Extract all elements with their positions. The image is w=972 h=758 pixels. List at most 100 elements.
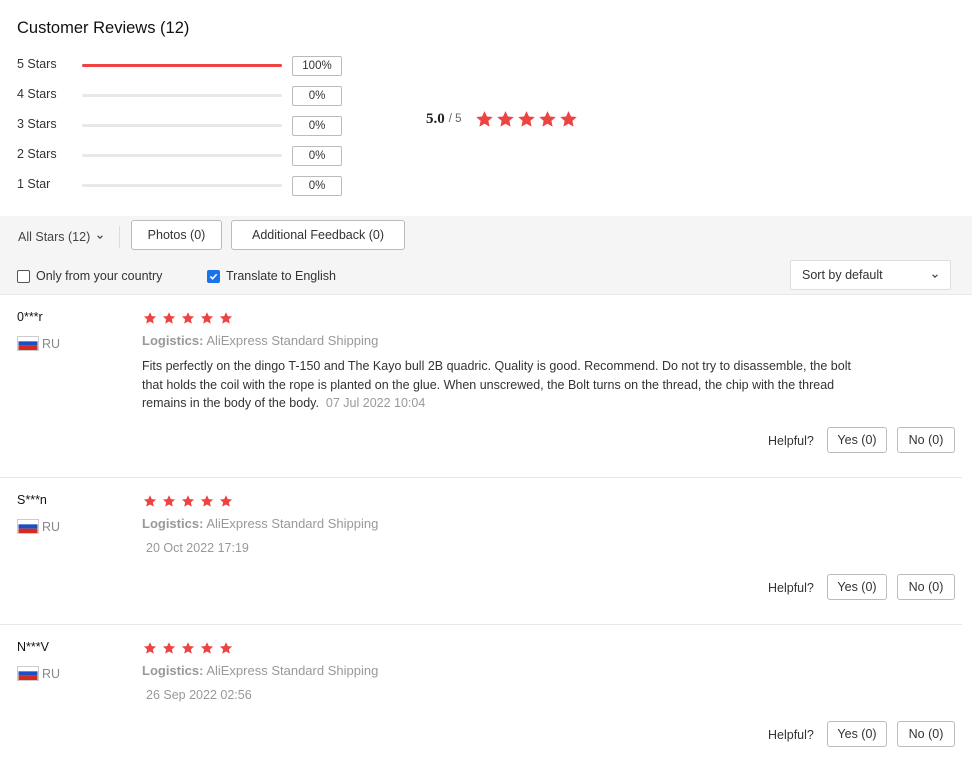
- chevron-down-icon: [96, 233, 104, 241]
- star-icon: [517, 110, 536, 128]
- only-country-checkbox[interactable]: Only from your country: [17, 269, 162, 283]
- rating-row-label: 2 Stars: [17, 147, 57, 161]
- review-body: Fits perfectly on the dingo T-150 and Th…: [142, 359, 851, 410]
- star-icon: [219, 494, 233, 508]
- checkbox-checked-icon[interactable]: [207, 269, 220, 283]
- rating-bar: [82, 184, 282, 187]
- logistics-info: Logistics: AliExpress Standard Shipping: [142, 516, 378, 531]
- rating-bar: [82, 64, 282, 67]
- chevron-down-icon: [931, 272, 939, 280]
- divider: [119, 226, 120, 248]
- review-rating: [143, 494, 238, 508]
- rating-percent: 0%: [292, 176, 342, 196]
- star-icon: [559, 110, 578, 128]
- helpful-label: Helpful?: [768, 581, 814, 595]
- review-divider: [0, 477, 962, 478]
- helpful-label: Helpful?: [768, 434, 814, 448]
- translate-checkbox[interactable]: Translate to English: [207, 269, 336, 283]
- additional-feedback-button[interactable]: Additional Feedback (0): [231, 220, 405, 250]
- reviewer-name: N***V: [17, 640, 49, 654]
- helpful-no-button[interactable]: No (0): [897, 574, 955, 600]
- rating-row-label: 5 Stars: [17, 57, 57, 71]
- reviewer-country: RU: [17, 666, 60, 681]
- logistics-label: Logistics:: [142, 333, 204, 348]
- star-icon: [162, 641, 176, 655]
- star-icon: [200, 494, 214, 508]
- review-date: 07 Jul 2022 10:04: [325, 396, 426, 410]
- star-icon: [162, 494, 176, 508]
- star-icon: [162, 311, 176, 325]
- star-icon: [200, 641, 214, 655]
- helpful-yes-button[interactable]: Yes (0): [827, 574, 887, 600]
- star-icon: [200, 311, 214, 325]
- rating-percent: 100%: [292, 56, 342, 76]
- shipping-method: AliExpress Standard Shipping: [206, 516, 379, 531]
- star-icon: [219, 311, 233, 325]
- logistics-label: Logistics:: [142, 516, 204, 531]
- photos-filter-button[interactable]: Photos (0): [131, 220, 222, 250]
- logistics-info: Logistics: AliExpress Standard Shipping: [142, 663, 378, 678]
- review-rating: [143, 311, 238, 325]
- helpful-yes-button[interactable]: Yes (0): [827, 721, 887, 747]
- star-icon: [219, 641, 233, 655]
- country-code: RU: [42, 519, 61, 534]
- page-title: Customer Reviews (12): [17, 19, 190, 37]
- star-icon: [181, 494, 195, 508]
- helpful-no-button[interactable]: No (0): [897, 721, 955, 747]
- russia-flag-icon: [17, 336, 39, 351]
- reviewer-country: RU: [17, 336, 60, 351]
- only-country-label: Only from your country: [36, 269, 163, 283]
- star-icon: [496, 110, 515, 128]
- shipping-method: AliExpress Standard Shipping: [206, 333, 379, 348]
- logistics-label: Logistics:: [142, 663, 204, 678]
- star-icon: [143, 311, 157, 325]
- review-rating: [143, 641, 238, 655]
- rating-row-1[interactable]: 1 Star 0%: [17, 176, 347, 196]
- all-stars-label: All Stars (12): [18, 230, 91, 244]
- helpful-no-button[interactable]: No (0): [897, 427, 955, 453]
- rating-bar: [82, 124, 282, 127]
- review-date: 26 Sep 2022 02:56: [146, 688, 252, 702]
- filter-bar: All Stars (12) Photos (0) Additional Fee…: [0, 216, 972, 295]
- overall-score: 5.0 / 5: [426, 109, 580, 129]
- rating-row-label: 3 Stars: [17, 117, 57, 131]
- star-icon: [181, 311, 195, 325]
- rating-percent: 0%: [292, 116, 342, 136]
- sort-label: Sort by default: [802, 268, 883, 282]
- score-value: 5.0: [426, 110, 445, 127]
- review-date: 20 Oct 2022 17:19: [146, 541, 249, 555]
- score-stars: [475, 110, 580, 128]
- all-stars-dropdown[interactable]: All Stars (12): [18, 230, 104, 244]
- rating-row-5[interactable]: 5 Stars 100%: [17, 56, 347, 76]
- rating-percent: 0%: [292, 146, 342, 166]
- star-icon: [143, 494, 157, 508]
- sort-dropdown[interactable]: Sort by default: [790, 260, 951, 290]
- score-out-of: / 5: [448, 113, 462, 125]
- country-code: RU: [42, 336, 61, 351]
- logistics-info: Logistics: AliExpress Standard Shipping: [142, 333, 378, 348]
- checkbox-unchecked-icon[interactable]: [17, 269, 30, 283]
- review-divider: [0, 624, 962, 625]
- rating-bar-fill: [82, 64, 282, 67]
- reviewer-country: RU: [17, 519, 60, 534]
- translate-label: Translate to English: [226, 269, 337, 283]
- rating-row-4[interactable]: 4 Stars 0%: [17, 86, 347, 106]
- helpful-label: Helpful?: [768, 728, 814, 742]
- russia-flag-icon: [17, 519, 39, 534]
- rating-row-label: 1 Star: [17, 177, 51, 191]
- reviewer-name: S***n: [17, 493, 47, 507]
- star-icon: [538, 110, 557, 128]
- country-code: RU: [42, 666, 61, 681]
- shipping-method: AliExpress Standard Shipping: [206, 663, 379, 678]
- russia-flag-icon: [17, 666, 39, 681]
- star-icon: [475, 110, 494, 128]
- rating-row-2[interactable]: 2 Stars 0%: [17, 146, 347, 166]
- rating-percent: 0%: [292, 86, 342, 106]
- star-icon: [143, 641, 157, 655]
- helpful-yes-button[interactable]: Yes (0): [827, 427, 887, 453]
- rating-row-3[interactable]: 3 Stars 0%: [17, 116, 347, 136]
- star-icon: [181, 641, 195, 655]
- rating-bar: [82, 154, 282, 157]
- rating-row-label: 4 Stars: [17, 87, 57, 101]
- review-text: Fits perfectly on the dingo T-150 and Th…: [142, 357, 862, 413]
